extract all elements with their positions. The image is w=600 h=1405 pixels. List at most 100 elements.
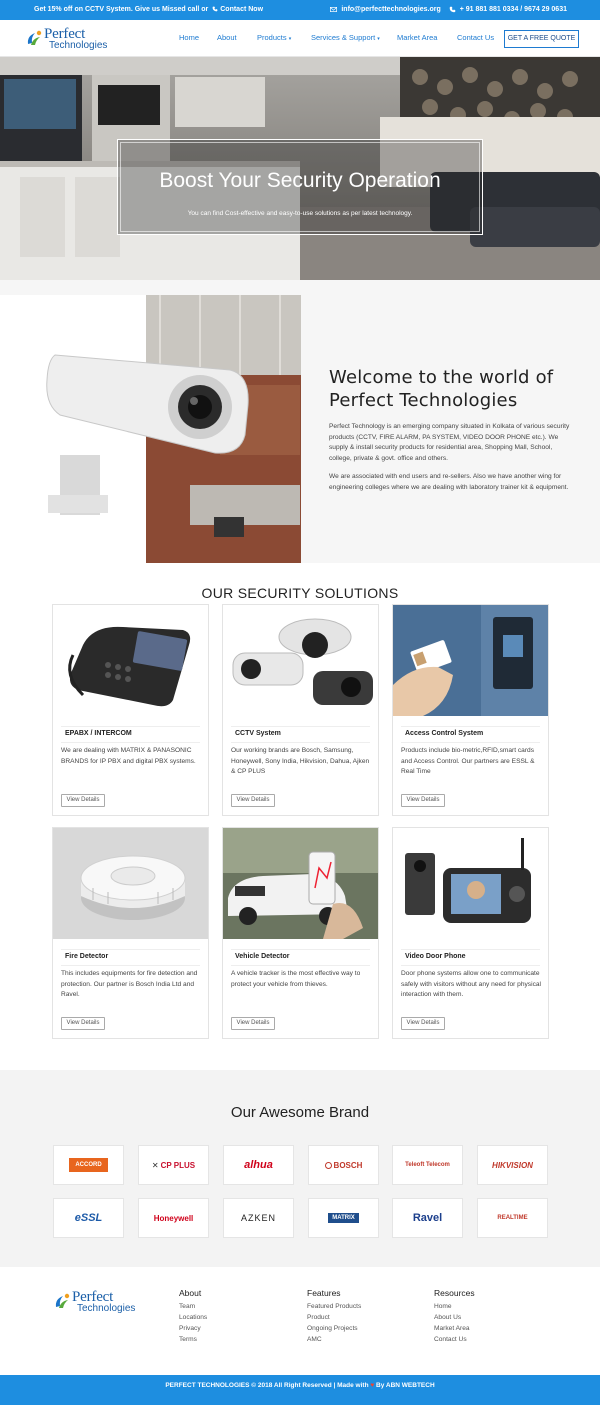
welcome-title: Welcome to the world of Perfect Technolo…: [329, 367, 554, 411]
card-description: A vehicle tracker is the most effective …: [231, 970, 361, 988]
footer-heading-features: Features: [307, 1288, 341, 1298]
contact-info: info@perfecttechnologies.org + 91 881 88…: [330, 6, 567, 13]
brand-logo-bosch[interactable]: BOSCH: [308, 1145, 379, 1185]
solution-card-vehicle-detector: Vehicle Detector A vehicle tracker is th…: [222, 827, 379, 1039]
brand-logo-honeywell[interactable]: Honeywell: [138, 1198, 209, 1238]
footer-link-featured-products[interactable]: Featured Products: [307, 1303, 361, 1310]
card-description: Our working brands are Bosch, Samsung, H…: [231, 747, 370, 775]
card-divider: [401, 742, 540, 743]
phone-icon: [212, 6, 218, 12]
site-logo[interactable]: Perfect Technologies: [25, 26, 115, 52]
brand-logo-cpplus[interactable]: ✕ CP PLUS: [138, 1145, 209, 1185]
card-title: Video Door Phone: [405, 953, 466, 960]
card-description: Door phone systems allow one to communic…: [401, 970, 541, 998]
email-link[interactable]: info@perfecttechnologies.org: [341, 6, 440, 13]
brand-logo-accord[interactable]: ACCORD: [53, 1145, 124, 1185]
footer-link-contact-us[interactable]: Contact Us: [434, 1336, 467, 1343]
welcome-paragraph-1: Perfect Technology is an emerging compan…: [329, 423, 570, 462]
footer-link-terms[interactable]: Terms: [179, 1336, 197, 1343]
nav-item-services[interactable]: Services & Support ▾: [311, 33, 380, 42]
solutions-title: OUR SECURITY SOLUTIONS: [201, 585, 399, 601]
copyright-bar: PERFECT TECHNOLOGIES © 2018 All Right Re…: [0, 1375, 600, 1405]
view-details-button[interactable]: View Details: [231, 1017, 275, 1030]
welcome-paragraph-2: We are associated with end users and re-…: [329, 473, 569, 491]
card-divider: [231, 742, 370, 743]
footer-link-ongoing-projects[interactable]: Ongoing Projects: [307, 1325, 358, 1332]
phone-icon: [449, 6, 456, 13]
footer-logo[interactable]: Perfect Technologies: [53, 1289, 143, 1315]
card-divider: [231, 726, 370, 727]
nav-item-products-label: Products: [257, 33, 287, 42]
nav-item-services-label: Services & Support: [311, 33, 376, 42]
brand-name: BOSCH: [333, 1160, 363, 1170]
brand-logo-teleoft[interactable]: Teleoft Telecom: [392, 1145, 463, 1185]
email-icon: [330, 7, 338, 12]
brand-logo-hikvision[interactable]: HIKVISION: [477, 1145, 548, 1185]
card-title: Fire Detector: [65, 953, 109, 960]
logo-swirl-icon: [55, 1293, 70, 1308]
card-divider: [401, 949, 540, 950]
view-details-button[interactable]: View Details: [401, 1017, 445, 1030]
credit-link[interactable]: By ABN WEBTECH: [376, 1382, 435, 1389]
footer-link-locations[interactable]: Locations: [179, 1314, 207, 1321]
brand-logo-essl[interactable]: eSSL: [53, 1198, 124, 1238]
nav-item-products[interactable]: Products ▾: [257, 33, 291, 42]
solution-card-epabx: EPABX / INTERCOM We are dealing with MAT…: [52, 604, 209, 816]
brand-name: HIKVISION: [492, 1160, 533, 1170]
brand-name: alhua: [244, 1159, 273, 1171]
view-details-button[interactable]: View Details: [61, 794, 105, 807]
footer-link-team[interactable]: Team: [179, 1303, 195, 1310]
brand-logo-dahua[interactable]: alhua: [223, 1145, 294, 1185]
hero-title: Boost Your Security Operation: [159, 169, 441, 192]
footer-heading-resources: Resources: [434, 1288, 475, 1298]
card-description: This includes equipments for fire detect…: [61, 970, 198, 998]
footer-link-amc[interactable]: AMC: [307, 1336, 322, 1343]
brand-name: CP PLUS: [160, 1160, 196, 1170]
phone-number[interactable]: + 91 881 881 0334 / 9674 29 0631: [460, 6, 567, 13]
brand-name: AZKEN: [240, 1213, 276, 1223]
footer-link-product[interactable]: Product: [307, 1314, 330, 1321]
brands-title: Our Awesome Brand: [230, 1104, 370, 1121]
view-details-button[interactable]: View Details: [231, 794, 275, 807]
smoke-detector-icon: [53, 828, 208, 939]
top-bar: Get 15% off on CCTV System. Give us Miss…: [0, 0, 600, 20]
caret-down-icon: ▾: [288, 36, 292, 42]
view-details-button[interactable]: View Details: [401, 794, 445, 807]
cctv-camera-image: [0, 295, 301, 563]
card-divider: [401, 726, 540, 727]
nav-item-home[interactable]: Home: [179, 33, 199, 42]
view-details-button[interactable]: View Details: [61, 1017, 105, 1030]
hero-banner: Boost Your Security Operation You can fi…: [0, 57, 600, 280]
card-title: Access Control System: [405, 730, 484, 737]
footer: Perfect Technologies About Team Location…: [0, 1267, 600, 1375]
heart-icon: ♥: [370, 1382, 375, 1389]
card-divider: [231, 949, 370, 950]
promo-text: Get 15% off on CCTV System. Give us Miss…: [34, 6, 209, 13]
video-door-phone-icon: [393, 828, 548, 939]
footer-link-home[interactable]: Home: [434, 1303, 452, 1310]
footer-heading-about: About: [179, 1288, 202, 1298]
brand-logo-azken[interactable]: AZKEN: [223, 1198, 294, 1238]
card-divider: [61, 965, 200, 966]
nav-item-about[interactable]: About: [217, 33, 237, 42]
card-divider: [401, 965, 540, 966]
footer-link-about-us[interactable]: About Us: [434, 1314, 461, 1321]
brand-name: Ravel: [412, 1212, 443, 1224]
welcome-section: Welcome to the world of Perfect Technolo…: [0, 280, 600, 563]
footer-link-privacy[interactable]: Privacy: [179, 1325, 201, 1332]
card-description: We are dealing with MATRIX & PANASONIC B…: [61, 747, 196, 765]
free-quote-button[interactable]: GET A FREE QUOTE: [504, 30, 579, 48]
brand-name: Teleoft Telecom: [405, 1162, 450, 1168]
solution-card-video-door-phone: Video Door Phone Door phone systems allo…: [392, 827, 549, 1039]
nav-item-contact[interactable]: Contact Us: [457, 33, 494, 42]
footer-link-market-area[interactable]: Market Area: [434, 1325, 470, 1332]
card-description: Products include bio-metric,RFID,smart c…: [401, 747, 535, 775]
brand-logo-ravel[interactable]: Ravel: [392, 1198, 463, 1238]
contact-now-link[interactable]: Contact Now: [220, 6, 263, 13]
card-divider: [61, 949, 200, 950]
access-card-icon: [393, 605, 548, 716]
brands-section: Our Awesome Brand ACCORD ✕ CP PLUS alhua …: [0, 1070, 600, 1267]
brand-logo-matrix[interactable]: MATRIX: [308, 1198, 379, 1238]
brand-logo-realtime[interactable]: REALTIME: [477, 1198, 548, 1238]
nav-item-market-area[interactable]: Market Area: [397, 33, 437, 42]
